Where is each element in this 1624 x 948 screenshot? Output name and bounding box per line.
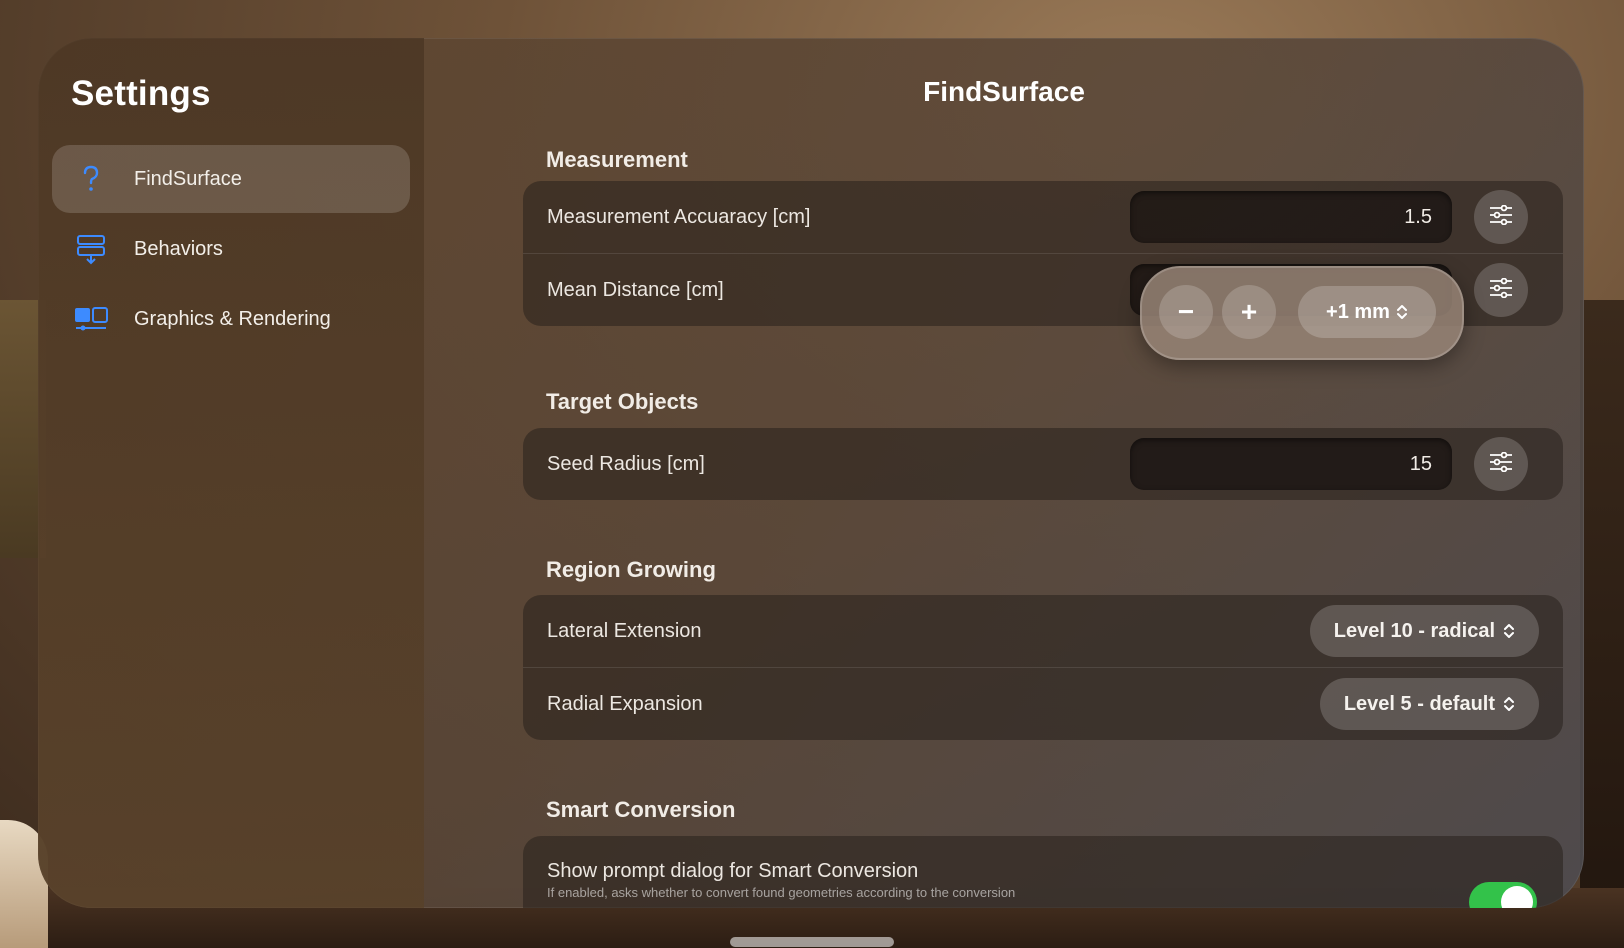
sidebar-item-label: FindSurface — [134, 167, 242, 190]
section-title-region-growing: Region Growing — [546, 557, 716, 582]
graphics-icon — [66, 305, 116, 333]
sliders-icon — [1489, 451, 1513, 477]
chevron-updown-icon — [1396, 303, 1408, 321]
smart-conversion-row: Show prompt dialog for Smart Conversion … — [523, 836, 1563, 908]
measurement-accuracy-row: Measurement Accuaracy [cm] 1.5 — [523, 181, 1563, 253]
settings-window: Settings FindSurface Behaviors Graphics … — [38, 38, 1584, 908]
sliders-icon — [1489, 204, 1513, 230]
section-title-target-objects: Target Objects — [546, 389, 699, 414]
question-mark-icon — [66, 164, 116, 194]
step-size-label: +1 mm — [1326, 300, 1390, 323]
page-title: FindSurface — [923, 76, 1085, 107]
home-indicator[interactable] — [730, 937, 894, 947]
lateral-extension-popup[interactable]: Level 10 - radical — [1309, 605, 1539, 657]
row-label: Show prompt dialog for Smart Conversion — [547, 860, 919, 882]
smart-conversion-card: Show prompt dialog for Smart Conversion … — [523, 836, 1563, 908]
seed-radius-row: Seed Radius [cm] 15 — [523, 428, 1563, 500]
row-label: Measurement Accuaracy [cm] — [547, 205, 811, 228]
adjust-button[interactable] — [1474, 437, 1528, 491]
section-title-measurement: Measurement — [546, 147, 688, 172]
sidebar-item-label: Graphics & Rendering — [134, 307, 331, 330]
main-panel: FindSurface Measurement Measurement Accu… — [424, 38, 1584, 908]
lateral-extension-row: Lateral Extension Level 10 - radical — [523, 595, 1563, 667]
section-title-smart-conversion: Smart Conversion — [546, 797, 736, 822]
row-label: Lateral Extension — [547, 619, 702, 642]
sidebar-item-graphics-rendering[interactable]: Graphics & Rendering — [52, 285, 410, 353]
row-sublabel: If enabled, asks whether to convert foun… — [547, 885, 1016, 900]
sidebar-item-findsurface[interactable]: FindSurface — [52, 145, 410, 213]
popup-value: Level 5 - default — [1343, 692, 1495, 715]
row-label: Mean Distance [cm] — [547, 278, 724, 301]
target-objects-card: Seed Radius [cm] 15 — [523, 428, 1563, 500]
radial-expansion-row: Radial Expansion Level 5 - default — [523, 667, 1563, 740]
popup-value: Level 10 - radical — [1333, 619, 1495, 642]
sidebar: Settings FindSurface Behaviors Graphics … — [38, 38, 424, 908]
step-size-selector[interactable]: +1 mm — [1298, 286, 1436, 338]
chevron-updown-icon — [1503, 695, 1515, 713]
smart-conversion-toggle[interactable] — [1469, 882, 1537, 908]
background-shelf — [1580, 300, 1624, 900]
region-growing-card: Lateral Extension Level 10 - radical Rad… — [523, 595, 1563, 740]
row-label: Radial Expansion — [547, 692, 703, 715]
chevron-updown-icon — [1503, 622, 1515, 640]
measurement-accuracy-field[interactable]: 1.5 — [1130, 191, 1452, 243]
adjust-button[interactable] — [1474, 263, 1528, 317]
stepper-popover: − + +1 mm — [1140, 266, 1464, 360]
sliders-icon — [1489, 277, 1513, 303]
row-label: Seed Radius [cm] — [547, 452, 705, 475]
decrement-button[interactable]: − — [1159, 285, 1213, 339]
seed-radius-field[interactable]: 15 — [1130, 438, 1452, 490]
sidebar-item-label: Behaviors — [134, 237, 223, 260]
radial-expansion-popup[interactable]: Level 5 - default — [1319, 678, 1539, 730]
increment-button[interactable]: + — [1222, 285, 1276, 339]
sidebar-title: Settings — [71, 74, 211, 113]
behaviors-icon — [66, 233, 116, 265]
toggle-knob — [1501, 886, 1533, 908]
adjust-button[interactable] — [1474, 190, 1528, 244]
sidebar-item-behaviors[interactable]: Behaviors — [52, 215, 410, 283]
